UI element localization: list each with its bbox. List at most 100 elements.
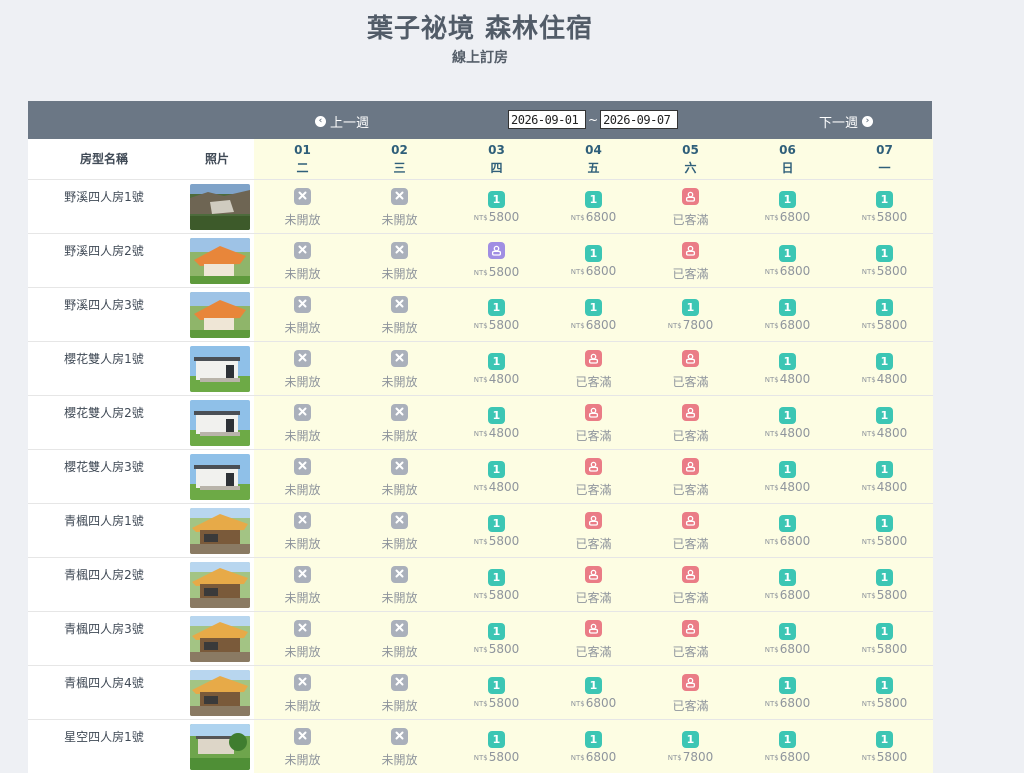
person-full-icon xyxy=(682,187,699,205)
available-count-badge[interactable]: 1 xyxy=(682,730,699,748)
room-price: 7800 xyxy=(682,317,714,332)
next-week-button[interactable]: 下一週 › xyxy=(819,112,874,131)
availability-cell: 1 NT$5800 xyxy=(448,719,545,773)
available-count-badge[interactable]: 1 xyxy=(488,730,505,748)
available-count-badge[interactable]: 1 xyxy=(876,622,893,640)
prev-week-button[interactable]: ‹ 上一週 xyxy=(315,112,369,131)
room-price: 5800 xyxy=(488,533,520,548)
available-count-badge[interactable]: 1 xyxy=(682,298,699,316)
room-photo-cell xyxy=(180,449,254,503)
available-count-badge[interactable]: 1 xyxy=(876,190,893,208)
available-count-badge[interactable]: 1 xyxy=(585,298,602,316)
available-count-badge[interactable]: 1 xyxy=(876,676,893,694)
room-row: 青楓四人房4號 未開放 未開放 1 NT$5800 1 NT$6800 已客滿 1 NT$6800… xyxy=(28,665,933,719)
available-count-badge[interactable]: 1 xyxy=(876,460,893,478)
room-photo[interactable] xyxy=(190,399,250,446)
currency-label: NT$ xyxy=(861,537,876,546)
currency-label: NT$ xyxy=(764,267,779,276)
available-count-badge[interactable]: 1 xyxy=(779,298,796,316)
available-count-badge[interactable]: 1 xyxy=(585,190,602,208)
available-count-badge[interactable]: 1 xyxy=(876,406,893,424)
room-price: 4800 xyxy=(488,425,520,440)
available-count-badge[interactable]: 1 xyxy=(779,190,796,208)
day-weekday: 四 xyxy=(490,160,503,175)
availability-cell: 已客滿 xyxy=(545,611,642,665)
availability-cell: 1 NT$5800 xyxy=(448,557,545,611)
availability-cell: 1 NT$4800 xyxy=(448,449,545,503)
room-price: 5800 xyxy=(488,317,520,332)
room-price: 5800 xyxy=(876,209,908,224)
currency-label: NT$ xyxy=(473,753,488,762)
currency-label: NT$ xyxy=(570,267,585,276)
availability-cell: 1 NT$4800 xyxy=(739,395,836,449)
available-count-badge[interactable]: 1 xyxy=(779,568,796,586)
date-to-input[interactable] xyxy=(600,110,679,129)
person-full-icon xyxy=(585,619,602,637)
closed-x-icon xyxy=(391,727,408,745)
availability-cell: 1 NT$6800 xyxy=(545,233,642,287)
room-photo[interactable] xyxy=(190,723,250,770)
table-header-row: 房型名稱 照片 01 二 02 三 03 四 04 五 05 六 06 日 07 一 xyxy=(28,139,933,179)
cell-status-text: NT$4800 xyxy=(836,426,933,440)
cell-status-text: NT$7800 xyxy=(642,750,739,764)
room-photo[interactable] xyxy=(190,183,250,230)
available-count-badge[interactable]: 1 xyxy=(488,514,505,532)
room-price: 4800 xyxy=(876,425,908,440)
cell-status-text: NT$6800 xyxy=(545,264,642,278)
cell-status-text: NT$6800 xyxy=(545,696,642,710)
available-count-badge[interactable]: 1 xyxy=(488,622,505,640)
cell-status-text: NT$7800 xyxy=(642,318,739,332)
person-booked-icon[interactable] xyxy=(488,241,505,259)
room-price: 5800 xyxy=(876,263,908,278)
available-count-badge[interactable]: 1 xyxy=(779,244,796,262)
availability-cell: 1 NT$6800 xyxy=(739,557,836,611)
available-count-badge[interactable]: 1 xyxy=(779,730,796,748)
available-count-badge[interactable]: 1 xyxy=(876,568,893,586)
available-count-badge[interactable]: 1 xyxy=(779,460,796,478)
availability-cell: 未開放 xyxy=(351,395,448,449)
cell-status-text: 未開放 xyxy=(381,212,418,227)
closed-x-icon xyxy=(294,403,311,421)
availability-cell: 1 NT$5800 xyxy=(448,611,545,665)
cell-status-text: NT$4800 xyxy=(448,372,545,386)
room-photo-cell xyxy=(180,611,254,665)
room-photo[interactable] xyxy=(190,615,250,662)
available-count-badge[interactable]: 1 xyxy=(488,568,505,586)
room-photo[interactable] xyxy=(190,561,250,608)
available-count-badge[interactable]: 1 xyxy=(876,730,893,748)
day-date: 02 xyxy=(391,142,408,157)
available-count-badge[interactable]: 1 xyxy=(876,352,893,370)
available-count-badge[interactable]: 1 xyxy=(585,244,602,262)
currency-label: NT$ xyxy=(570,213,585,222)
currency-label: NT$ xyxy=(764,753,779,762)
available-count-badge[interactable]: 1 xyxy=(876,244,893,262)
available-count-badge[interactable]: 1 xyxy=(585,676,602,694)
available-count-badge[interactable]: 1 xyxy=(488,352,505,370)
day-weekday: 五 xyxy=(587,160,600,175)
availability-cell: 1 NT$4800 xyxy=(836,341,933,395)
available-count-badge[interactable]: 1 xyxy=(779,352,796,370)
date-from-input[interactable] xyxy=(508,110,586,129)
available-count-badge[interactable]: 1 xyxy=(488,676,505,694)
available-count-badge[interactable]: 1 xyxy=(779,406,796,424)
room-photo[interactable] xyxy=(190,453,250,500)
available-count-badge[interactable]: 1 xyxy=(779,514,796,532)
room-photo[interactable] xyxy=(190,669,250,716)
available-count-badge[interactable]: 1 xyxy=(876,514,893,532)
room-photo[interactable] xyxy=(190,507,250,554)
column-header-room-name: 房型名稱 xyxy=(28,139,180,179)
available-count-badge[interactable]: 1 xyxy=(488,190,505,208)
room-photo[interactable] xyxy=(190,237,250,284)
available-count-badge[interactable]: 1 xyxy=(876,298,893,316)
available-count-badge[interactable]: 1 xyxy=(488,406,505,424)
room-photo[interactable] xyxy=(190,291,250,338)
availability-cell: 1 NT$4800 xyxy=(836,449,933,503)
availability-cell: 已客滿 xyxy=(642,395,739,449)
cell-status-text: NT$6800 xyxy=(739,750,836,764)
available-count-badge[interactable]: 1 xyxy=(488,298,505,316)
available-count-badge[interactable]: 1 xyxy=(779,622,796,640)
available-count-badge[interactable]: 1 xyxy=(779,676,796,694)
room-photo[interactable] xyxy=(190,345,250,392)
available-count-badge[interactable]: 1 xyxy=(488,460,505,478)
available-count-badge[interactable]: 1 xyxy=(585,730,602,748)
